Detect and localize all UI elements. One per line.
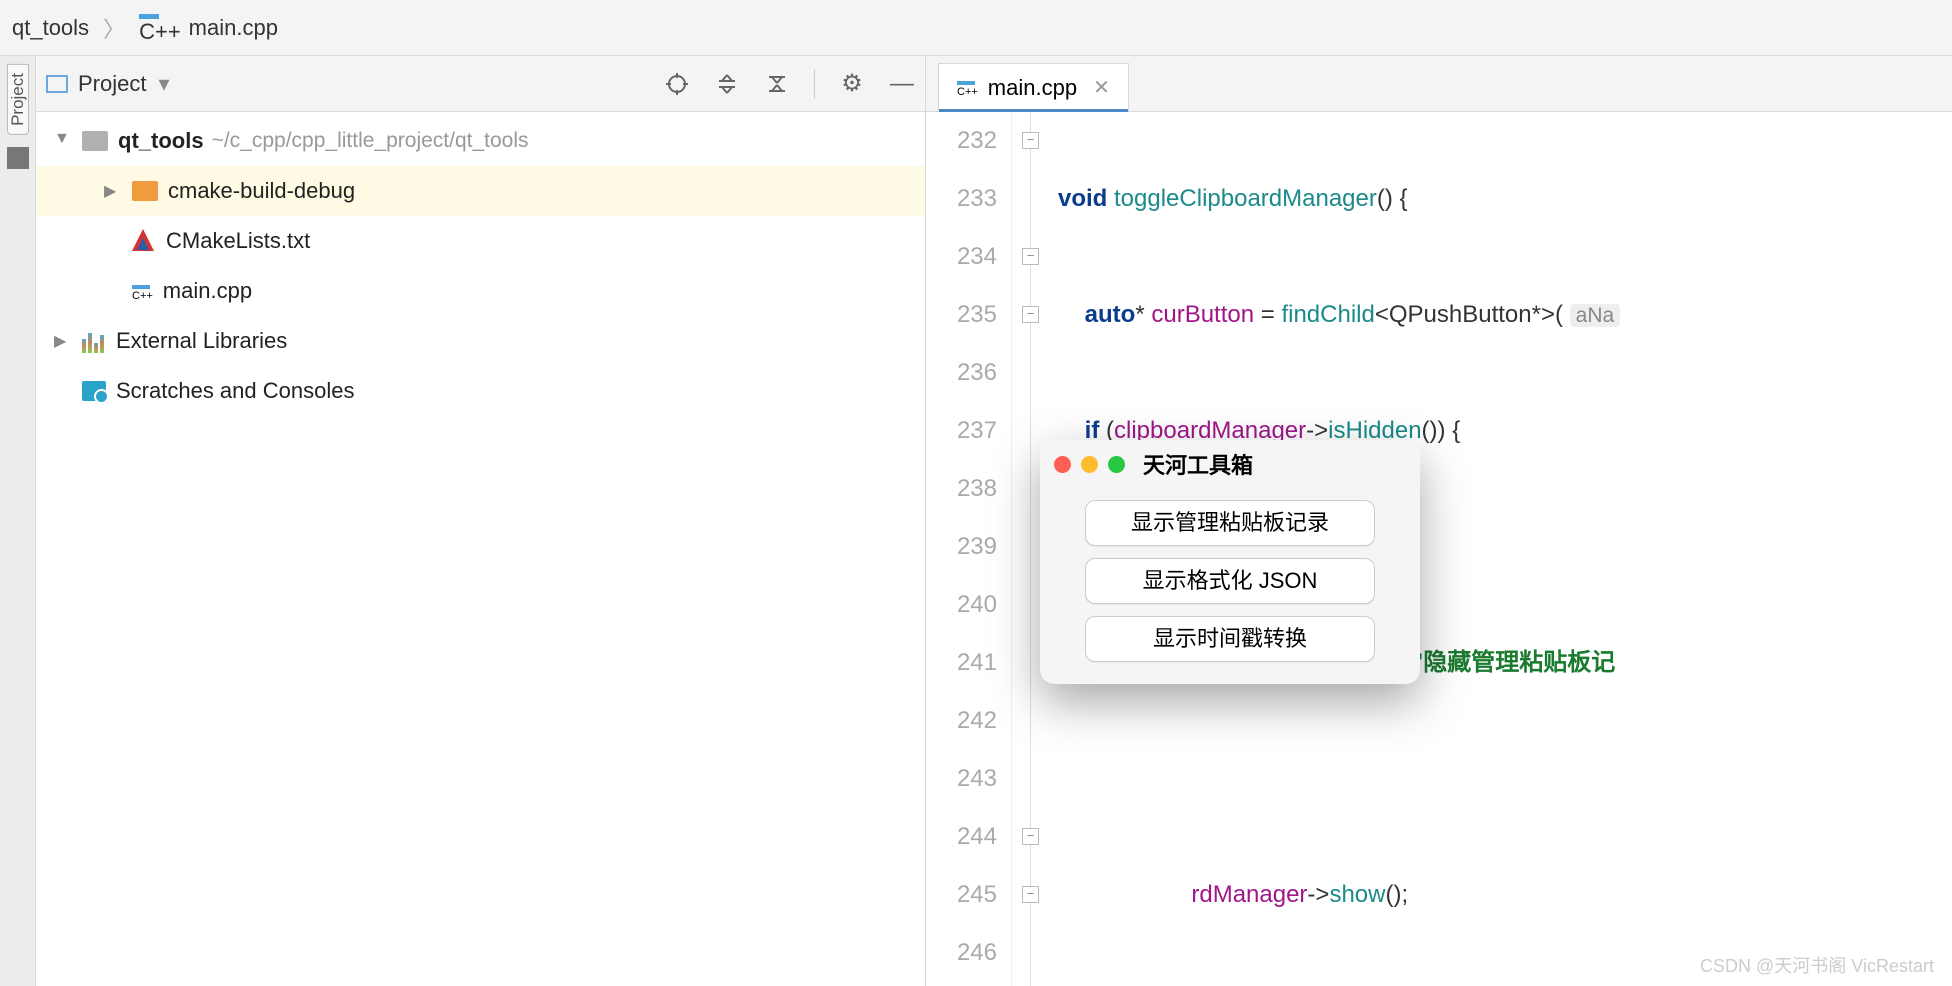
project-panel: Project ▾ ⚙ — ▼ qt_tools ~/c_cpp/cpp_lit…	[36, 56, 926, 986]
tree-item-label: External Libraries	[116, 328, 287, 354]
zoom-window-icon[interactable]	[1108, 456, 1125, 473]
fold-icon[interactable]: −	[1022, 306, 1039, 323]
tree-main-file[interactable]: C++ main.cpp	[36, 266, 925, 316]
close-icon[interactable]: ✕	[1093, 75, 1110, 100]
folder-icon	[132, 181, 158, 201]
tree-item-label: CMakeLists.txt	[166, 228, 310, 254]
watermark: CSDN @天河书阁 VicRestart	[1700, 952, 1934, 978]
tree-root[interactable]: ▼ qt_tools ~/c_cpp/cpp_little_project/qt…	[36, 116, 925, 166]
minimize-icon[interactable]: —	[889, 71, 915, 97]
cpp-file-icon: C++	[132, 285, 153, 302]
fold-icon[interactable]: −	[1022, 248, 1039, 265]
tree-scratches[interactable]: Scratches and Consoles	[36, 366, 925, 416]
collapse-all-icon[interactable]	[764, 71, 790, 97]
cmake-icon	[132, 229, 156, 253]
tree-root-name: qt_tools	[118, 128, 204, 154]
dialog-title: 天河工具箱	[1143, 448, 1253, 480]
chevron-down-icon[interactable]: ▼	[54, 130, 76, 148]
folder-icon	[82, 131, 108, 151]
minimize-window-icon[interactable]	[1081, 456, 1098, 473]
window-controls	[1054, 456, 1125, 473]
breadcrumb: qt_tools 〉 C++ main.cpp	[0, 0, 1952, 56]
scratches-icon	[82, 381, 106, 401]
line-gutter: 2322332342352362372382392402412422432442…	[926, 112, 1012, 986]
panel-title[interactable]: Project	[78, 71, 146, 97]
close-window-icon[interactable]	[1054, 456, 1071, 473]
breadcrumb-root[interactable]: qt_tools	[12, 15, 89, 41]
locate-icon[interactable]	[664, 71, 690, 97]
library-icon	[82, 329, 106, 353]
dropdown-icon[interactable]: ▾	[158, 71, 169, 97]
chevron-right-icon[interactable]: ▶	[54, 331, 76, 351]
chevron-right-icon[interactable]: ▶	[104, 181, 126, 201]
fold-icon[interactable]: −	[1022, 886, 1039, 903]
fold-icon[interactable]: −	[1022, 828, 1039, 845]
expand-all-icon[interactable]	[714, 71, 740, 97]
tree-build-folder[interactable]: ▶ cmake-build-debug	[36, 166, 925, 216]
clipboard-button[interactable]: 显示管理粘贴板记录	[1085, 500, 1375, 546]
chevron-right-icon: 〉	[103, 12, 125, 44]
tree-item-label: main.cpp	[163, 278, 252, 304]
app-dialog[interactable]: 天河工具箱 显示管理粘贴板记录 显示格式化 JSON 显示时间戳转换	[1040, 440, 1420, 684]
project-panel-header: Project ▾ ⚙ —	[36, 56, 925, 112]
left-tool-rail: Project	[0, 56, 36, 986]
tree-external-libs[interactable]: ▶ External Libraries	[36, 316, 925, 366]
project-view-icon	[46, 75, 68, 93]
divider	[814, 69, 815, 99]
gear-icon[interactable]: ⚙	[839, 71, 865, 97]
timestamp-button[interactable]: 显示时间戳转换	[1085, 616, 1375, 662]
tree-cmake-file[interactable]: CMakeLists.txt	[36, 216, 925, 266]
cpp-file-icon: C++	[139, 14, 181, 45]
project-tool-tab[interactable]: Project	[7, 64, 29, 135]
tree-root-path: ~/c_cpp/cpp_little_project/qt_tools	[212, 129, 529, 153]
editor-tabs: C++ main.cpp ✕	[926, 56, 1952, 112]
tree-item-label: Scratches and Consoles	[116, 378, 354, 404]
tab-label: main.cpp	[988, 75, 1077, 101]
dialog-titlebar[interactable]: 天河工具箱	[1040, 440, 1420, 488]
project-tree: ▼ qt_tools ~/c_cpp/cpp_little_project/qt…	[36, 112, 925, 416]
tree-item-label: cmake-build-debug	[168, 178, 355, 204]
tab-main-cpp[interactable]: C++ main.cpp ✕	[938, 63, 1129, 111]
cpp-file-icon: C++	[957, 81, 978, 98]
fold-icon[interactable]: −	[1022, 132, 1039, 149]
json-button[interactable]: 显示格式化 JSON	[1085, 558, 1375, 604]
structure-icon[interactable]	[7, 147, 29, 169]
breadcrumb-file[interactable]: main.cpp	[189, 15, 278, 41]
